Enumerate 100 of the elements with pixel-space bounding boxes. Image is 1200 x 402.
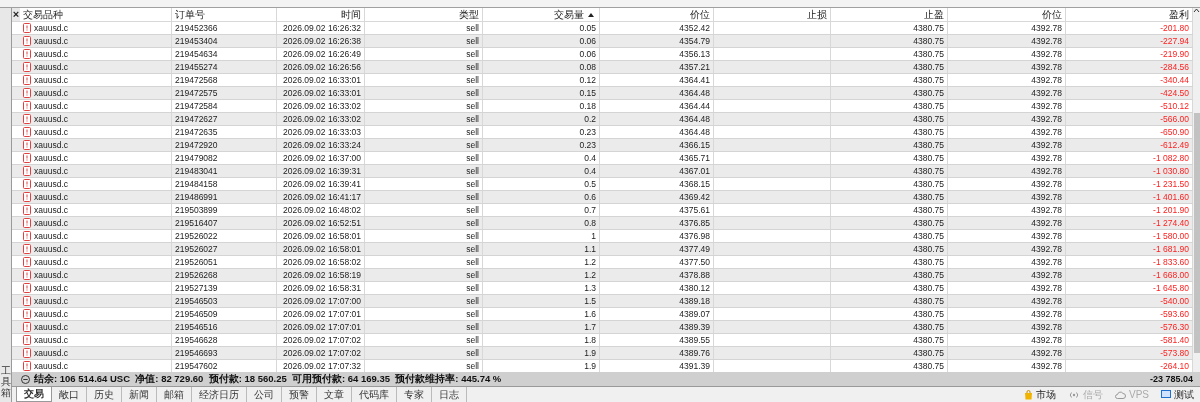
- table-row[interactable]: xauusd.c 219472575 2026.09.02 16:33:01 sell 0.15 4364.48 4380.75 4392.78 -424.50: [12, 87, 1193, 100]
- table-row[interactable]: xauusd.c 219453404 2026.09.02 16:26:38 sell 0.06 4354.79 4380.75 4392.78 -227.94: [12, 35, 1193, 48]
- table-cell: 2026.09.02 16:33:24: [277, 139, 365, 151]
- table-cell: sell: [365, 230, 483, 242]
- table-cell: 4376.85: [600, 217, 714, 229]
- sell-order-icon: [23, 127, 31, 137]
- table-row[interactable]: xauusd.c 219472920 2026.09.02 16:33:24 sell 0.23 4366.15 4380.75 4392.78 -612.49: [12, 139, 1193, 152]
- table-cell: 4392.78: [948, 87, 1066, 99]
- table-cell: 4392.78: [948, 347, 1066, 359]
- table-row[interactable]: xauusd.c 219472635 2026.09.02 16:33:03 sell 0.23 4364.48 4380.75 4392.78 -650.90: [12, 126, 1193, 139]
- table-cell: 0.5: [483, 178, 600, 190]
- table-row[interactable]: xauusd.c 219526268 2026.09.02 16:58:19 sell 1.2 4378.88 4380.75 4392.78 -1 668.00: [12, 269, 1193, 282]
- monitor-icon: [1161, 390, 1171, 399]
- table-row[interactable]: xauusd.c 219546503 2026.09.02 17:07:00 sell 1.5 4389.18 4380.75 4392.78 -540.00: [12, 295, 1193, 308]
- table-cell: 0.8: [483, 217, 600, 229]
- table-cell: xauusd.c: [34, 165, 69, 177]
- table-cell: 4392.78: [948, 308, 1066, 320]
- table-cell: 4392.78: [948, 113, 1066, 125]
- table-cell: 4369.42: [600, 191, 714, 203]
- table-cell: 1.5: [483, 295, 600, 307]
- tab[interactable]: 交易: [16, 387, 52, 402]
- toolbox-label[interactable]: 工具箱: [0, 365, 11, 398]
- scroll-up-icon[interactable]: [1193, 8, 1200, 13]
- table-row[interactable]: xauusd.c 219503899 2026.09.02 16:48:02 sell 0.7 4375.61 4380.75 4392.78 -1 201.90: [12, 204, 1193, 217]
- sell-order-icon: [23, 153, 31, 163]
- table-cell: 4389.07: [600, 308, 714, 320]
- table-row[interactable]: xauusd.c 219527139 2026.09.02 16:58:31 sell 1.3 4380.12 4380.75 4392.78 -1 645.80: [12, 282, 1193, 295]
- table-cell: xauusd.c: [34, 48, 69, 60]
- column-header[interactable]: 价位: [948, 8, 1066, 21]
- service-button[interactable]: 测试: [1159, 387, 1196, 402]
- table-cell: sell: [365, 35, 483, 47]
- table-row[interactable]: xauusd.c 219483041 2026.09.02 16:39:31 sell 0.4 4367.01 4380.75 4392.78 -1 030.80: [12, 165, 1193, 178]
- table-row[interactable]: xauusd.c 219546628 2026.09.02 17:07:02 sell 1.8 4389.55 4380.75 4392.78 -581.40: [12, 334, 1193, 347]
- table-cell: 219472584: [172, 100, 277, 112]
- table-cell: 0.18: [483, 100, 600, 112]
- table-row[interactable]: xauusd.c 219516407 2026.09.02 16:52:51 sell 0.8 4376.85 4380.75 4392.78 -1 274.40: [12, 217, 1193, 230]
- table-cell: 4389.55: [600, 334, 714, 346]
- table-cell: 219483041: [172, 165, 277, 177]
- table-row[interactable]: xauusd.c 219472584 2026.09.02 16:33:02 sell 0.18 4364.44 4380.75 4392.78 -510.12: [12, 100, 1193, 113]
- sell-order-icon: [23, 205, 31, 215]
- table-row[interactable]: xauusd.c 219486991 2026.09.02 16:41:17 sell 0.6 4369.42 4380.75 4392.78 -1 401.60: [12, 191, 1193, 204]
- table-cell: 2026.09.02 16:33:01: [277, 74, 365, 86]
- table-row[interactable]: xauusd.c 219455274 2026.09.02 16:26:56 sell 0.08 4357.21 4380.75 4392.78 -284.56: [12, 61, 1193, 74]
- column-header[interactable]: 止盈: [831, 8, 948, 21]
- table-cell: 0.06: [483, 35, 600, 47]
- table-row[interactable]: xauusd.c 219452366 2026.09.02 16:26:32 sell 0.05 4352.42 4380.75 4392.78 -201.80: [12, 22, 1193, 35]
- collapse-icon[interactable]: [21, 374, 30, 384]
- table-cell: 219546516: [172, 321, 277, 333]
- table-cell: 0.15: [483, 87, 600, 99]
- table-cell: xauusd.c: [34, 87, 69, 99]
- table-cell: 0.6: [483, 191, 600, 203]
- column-header[interactable]: 类型: [365, 8, 483, 21]
- table-cell: 2026.09.02 16:52:51: [277, 217, 365, 229]
- table-cell: 219454634: [172, 48, 277, 60]
- table-row[interactable]: xauusd.c 219546693 2026.09.02 17:07:02 sell 1.9 4389.76 4380.75 4392.78 -573.80: [12, 347, 1193, 360]
- table-cell: 4380.75: [831, 334, 948, 346]
- table-cell: 4380.75: [831, 269, 948, 281]
- table-cell: sell: [365, 61, 483, 73]
- column-header[interactable]: 交易品种: [20, 8, 172, 21]
- column-header[interactable]: 时间: [277, 8, 365, 21]
- table-cell: 2026.09.02 16:26:56: [277, 61, 365, 73]
- table-cell: 219526268: [172, 269, 277, 281]
- table-row[interactable]: xauusd.c 219526027 2026.09.02 16:58:01 sell 1.1 4377.49 4380.75 4392.78 -1 681.90: [12, 243, 1193, 256]
- table-cell: 4392.78: [948, 126, 1066, 138]
- column-header[interactable]: 订单号: [172, 8, 277, 21]
- table-cell: xauusd.c: [34, 152, 69, 164]
- column-header[interactable]: 价位: [600, 8, 714, 21]
- close-button[interactable]: ×: [12, 8, 20, 21]
- table-row[interactable]: xauusd.c 219472627 2026.09.02 16:33:02 sell 0.2 4364.48 4380.75 4392.78 -566.00: [12, 113, 1193, 126]
- table-row[interactable]: xauusd.c 219526022 2026.09.02 16:58:01 sell 1 4376.98 4380.75 4392.78 -1 580.00: [12, 230, 1193, 243]
- table-cell: sell: [365, 269, 483, 281]
- table-row[interactable]: xauusd.c 219472568 2026.09.02 16:33:01 sell 0.12 4364.41 4380.75 4392.78 -340.44: [12, 74, 1193, 87]
- table-cell: 4392.78: [948, 191, 1066, 203]
- table-cell: 219472568: [172, 74, 277, 86]
- table-row[interactable]: xauusd.c 219546516 2026.09.02 17:07:01 sell 1.7 4389.39 4380.75 4392.78 -576.30: [12, 321, 1193, 334]
- table-row[interactable]: xauusd.c 219546509 2026.09.02 17:07:01 sell 1.6 4389.07 4380.75 4392.78 -593.60: [12, 308, 1193, 321]
- table-cell: sell: [365, 74, 483, 86]
- table-row[interactable]: xauusd.c 219479082 2026.09.02 16:37:00 sell 0.4 4365.71 4380.75 4392.78 -1 082.80: [12, 152, 1193, 165]
- service-button[interactable]: 市场: [1022, 387, 1058, 402]
- sell-order-icon: [23, 36, 31, 46]
- table-row[interactable]: xauusd.c 219484158 2026.09.02 16:39:41 sell 0.5 4368.15 4380.75 4392.78 -1 231.50: [12, 178, 1193, 191]
- table-cell: 4364.41: [600, 74, 714, 86]
- table-cell: 0.4: [483, 165, 600, 177]
- scrollbar[interactable]: [1193, 8, 1200, 372]
- table-cell: 2026.09.02 17:07:01: [277, 308, 365, 320]
- table-cell: 4356.13: [600, 48, 714, 60]
- column-header[interactable]: 止损: [714, 8, 831, 21]
- table-cell: xauusd.c: [34, 61, 69, 73]
- table-cell: 4380.75: [831, 191, 948, 203]
- table-cell: 4380.75: [831, 217, 948, 229]
- table-cell: xauusd.c: [34, 217, 69, 229]
- table-cell: sell: [365, 113, 483, 125]
- table-cell: 219472575: [172, 87, 277, 99]
- table-row[interactable]: xauusd.c 219526051 2026.09.02 16:58:02 sell 1.2 4377.50 4380.75 4392.78 -1 833.60: [12, 256, 1193, 269]
- table-cell: 1.3: [483, 282, 600, 294]
- table-cell: 1.6: [483, 308, 600, 320]
- column-header[interactable]: 交易量: [483, 8, 600, 21]
- table-row[interactable]: xauusd.c 219454634 2026.09.02 16:26:49 sell 0.06 4356.13 4380.75 4392.78 -219.90: [12, 48, 1193, 61]
- table-cell: 4377.49: [600, 243, 714, 255]
- table-cell: 219484158: [172, 178, 277, 190]
